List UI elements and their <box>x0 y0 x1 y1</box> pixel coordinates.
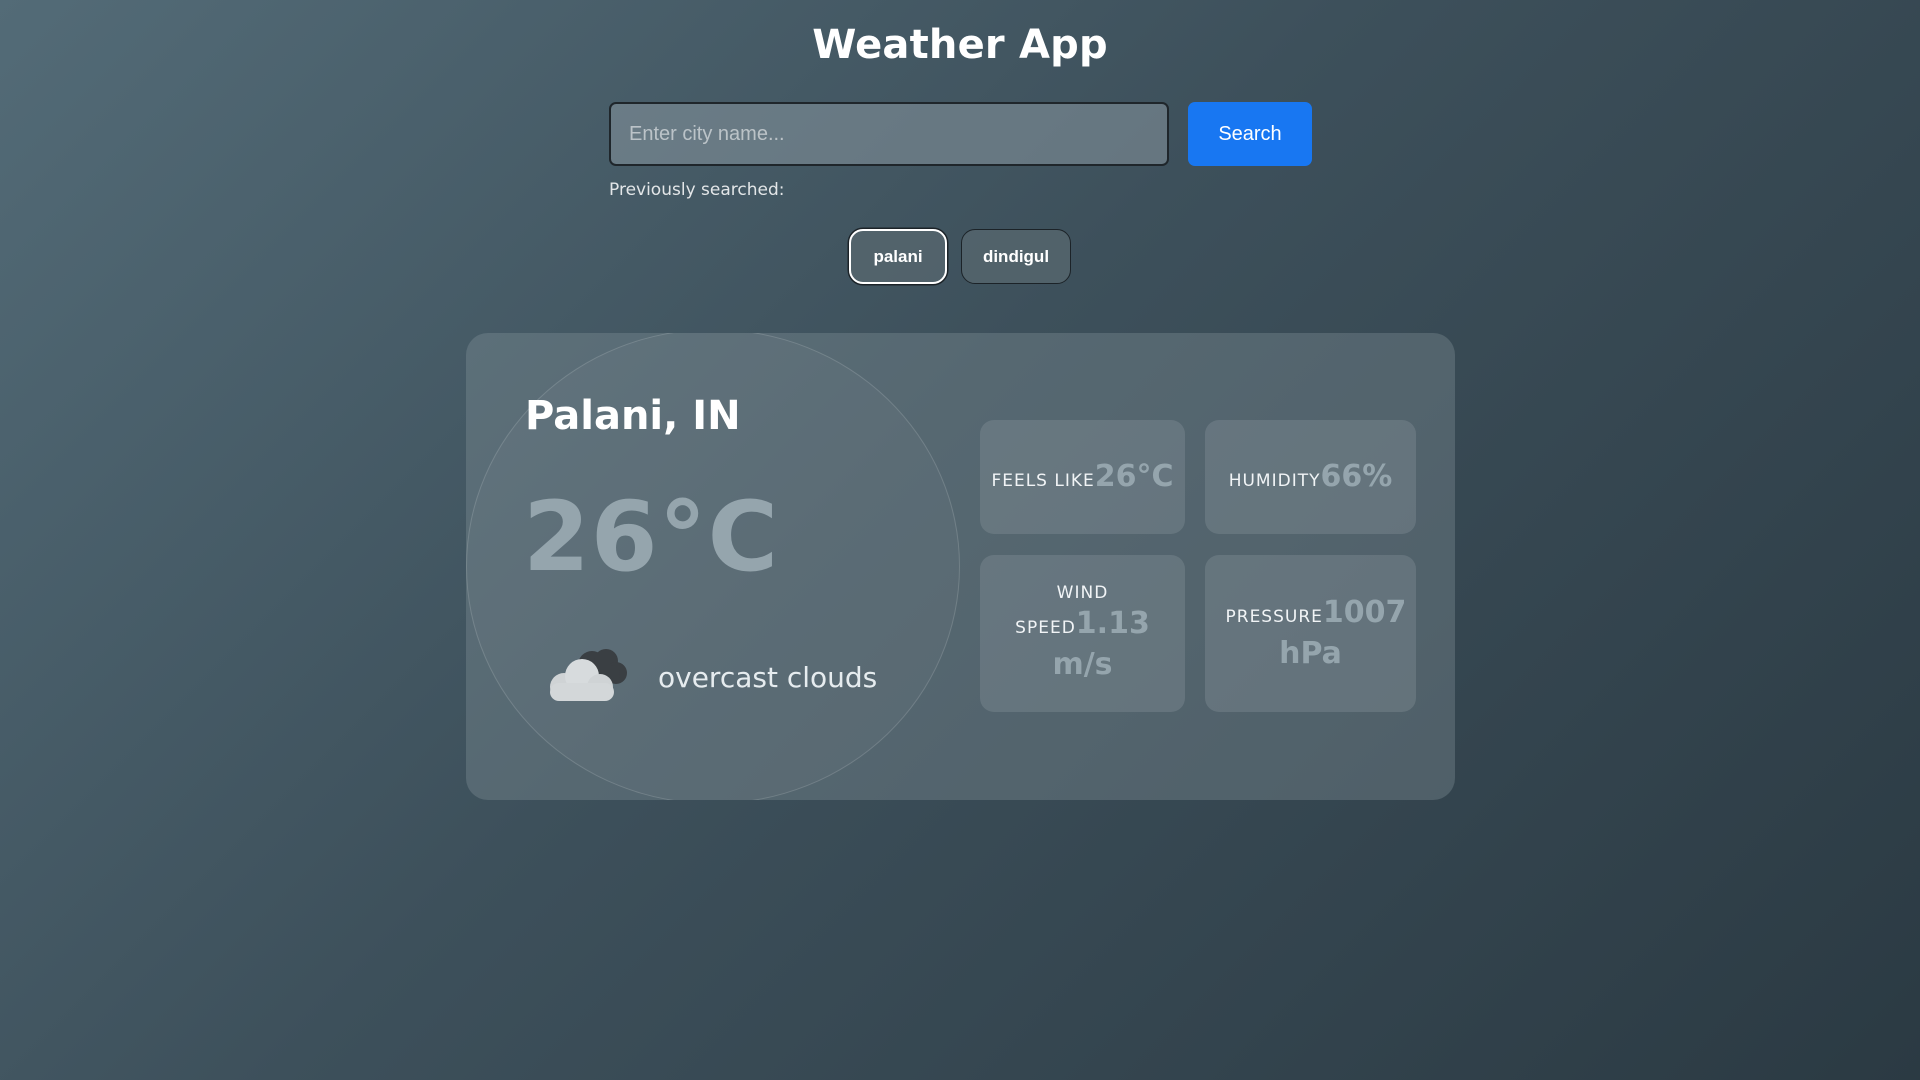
pressure-tile: Pressure1007 hPa <box>1205 555 1416 712</box>
history-chip-palani[interactable]: palani <box>849 229 947 284</box>
feels-like-value: 26°C <box>1094 458 1174 494</box>
humidity-tile: Humidity66% <box>1205 420 1416 534</box>
page-title: Weather App <box>812 22 1108 68</box>
history-chip-dindigul[interactable]: dindigul <box>961 229 1071 284</box>
humidity-label: Humidity <box>1228 470 1321 491</box>
city-search-input[interactable] <box>609 102 1169 166</box>
wind-speed-tile: Wind speed1.13 m/s <box>980 555 1185 712</box>
weather-app: Weather App Search Previously searched: … <box>0 0 1920 1080</box>
search-button[interactable]: Search <box>1188 102 1312 166</box>
feels-like-label: Feels like <box>991 470 1095 491</box>
search-bar: Search <box>609 102 1312 166</box>
pressure-label: Pressure <box>1225 607 1323 627</box>
location-name: Palani, IN <box>525 393 741 439</box>
search-history: palani dindigul <box>0 229 1920 284</box>
temperature: 26°C <box>523 481 780 593</box>
weather-card: Palani, IN 26°C overcast clouds Feels li… <box>466 333 1455 800</box>
overcast-clouds-icon <box>550 649 627 701</box>
history-label: Previously searched: <box>609 180 785 200</box>
weather-description: overcast clouds <box>658 661 878 694</box>
feels-like-tile: Feels like26°C <box>980 420 1185 534</box>
humidity-value: 66% <box>1320 458 1393 494</box>
